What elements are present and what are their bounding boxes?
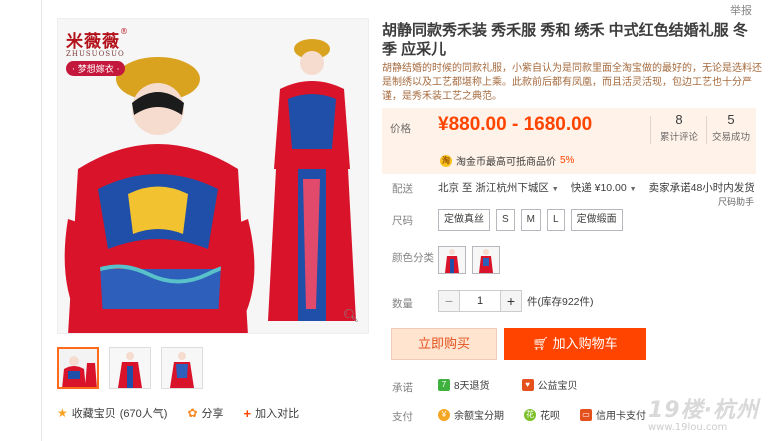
brand-tag: · 梦想嫁衣 · [66, 61, 126, 76]
price-value: ¥880.00 - 1680.00 [438, 114, 593, 135]
shipping-label: 配送 [392, 183, 413, 195]
price-label: 价格 [390, 123, 411, 135]
coupon-text: 淘金币最高可抵商品价 [456, 157, 556, 168]
payment-item[interactable]: ▭ 信用卡支付 [580, 407, 646, 422]
thumbnail[interactable] [57, 347, 99, 389]
quantity-stepper: − 1 + 件(库存922件) [438, 290, 594, 312]
charity-icon: ♥ [521, 378, 534, 391]
share-label: 分享 [201, 408, 224, 420]
watermark-text: 19楼·杭州 [648, 398, 759, 423]
report-link[interactable]: 举报 [730, 2, 752, 18]
payment-label: 支付 [392, 411, 413, 423]
chevron-down-icon: ▼ [551, 186, 559, 193]
size-option[interactable]: M [520, 209, 542, 231]
quantity-label: 数量 [392, 298, 413, 310]
reviews-count: 8 [675, 112, 683, 127]
thumbnail[interactable] [161, 347, 203, 389]
stat-divider [650, 116, 651, 144]
bottom-actions: ★ 收藏宝贝 (670人气) ✿ 分享 + 加入对比 [57, 405, 299, 421]
favorite-label: 收藏宝贝 [71, 408, 116, 420]
brand-reg-mark: ® [120, 27, 128, 36]
size-option[interactable]: L [547, 209, 565, 231]
credit-card-icon: ▭ [580, 408, 592, 421]
ship-to-word: 至 [461, 182, 473, 194]
brand-sub: ZHUSUOSUO [66, 50, 125, 58]
color-option[interactable] [438, 246, 466, 274]
quantity-input[interactable]: 1 [460, 290, 500, 312]
price-panel: 价格 ¥880.00 - 1680.00 8 累计评论 5 交易成功 淘 淘金币… [382, 108, 756, 174]
payment-item[interactable]: 花 花呗 [524, 407, 560, 422]
thumbnail-strip [57, 347, 203, 389]
thumbnail[interactable] [109, 347, 151, 389]
color-option[interactable] [472, 246, 500, 274]
ship-promise: 卖家承诺48小时内发货 [648, 182, 755, 194]
reviews-stat[interactable]: 8 累计评论 [654, 112, 704, 143]
sales-count: 5 [727, 112, 735, 127]
promise-item[interactable]: ♥ 公益宝贝 [521, 377, 578, 392]
huabei-icon: 花 [524, 408, 536, 421]
payment-list: ¥ 余额宝分期 花 花呗 ▭ 信用卡支付 [438, 407, 646, 422]
promise-text: 8天退货 [454, 381, 490, 392]
coupon-pct: 5% [560, 155, 575, 166]
size-label: 尺码 [392, 215, 413, 227]
compare-button[interactable]: + 加入对比 [244, 405, 300, 421]
add-cart-label: 加入购物车 [552, 336, 618, 351]
favorite-count: (670人气) [119, 408, 168, 420]
promise-text: 公益宝贝 [537, 381, 578, 392]
return-icon: 7 [438, 378, 450, 391]
reviews-label: 累计评论 [659, 132, 698, 143]
share-icon: ✿ [187, 406, 198, 420]
buy-now-button[interactable]: 立即购买 [391, 328, 497, 360]
brand-logo: 米薇薇® ZHUSUOSUO · 梦想嫁衣 · [66, 27, 146, 76]
size-option[interactable]: 定做真丝 [438, 209, 490, 231]
payment-text: 花呗 [540, 411, 560, 422]
sales-stat[interactable]: 5 交易成功 [706, 112, 756, 143]
ship-to: 浙江杭州下城区 [475, 182, 549, 194]
sales-label: 交易成功 [711, 132, 750, 143]
promise-label: 承诺 [392, 382, 413, 394]
yuebao-icon: ¥ [438, 408, 450, 421]
size-options: 定做真丝 S M L 定做缎面 [438, 209, 623, 231]
shipping-info: 北京 至 浙江杭州下城区 ▼ 快递 ¥10.00 ▼ 卖家承诺48小时内发货 [438, 180, 755, 195]
coin-icon: 淘 [440, 154, 452, 167]
star-icon: ★ [57, 406, 68, 420]
color-options [438, 246, 500, 274]
size-option[interactable]: 定做缎面 [570, 209, 623, 231]
ship-route[interactable]: 北京 至 浙江杭州下城区 ▼ [438, 180, 559, 195]
brand-name: 米薇薇 [66, 32, 120, 52]
compare-label: 加入对比 [255, 408, 300, 420]
quantity-increase-button[interactable]: + [500, 290, 522, 312]
express-price: 快递 ¥10.00 [570, 182, 627, 194]
left-border [41, 0, 42, 441]
stock-text: 件(库存922件) [527, 295, 594, 308]
zoom-icon[interactable]: 🔍︎ [342, 307, 360, 325]
chevron-down-icon: ▼ [629, 186, 637, 193]
quantity-decrease-button[interactable]: − [438, 290, 460, 312]
promise-item[interactable]: 7 8天退货 [438, 377, 490, 392]
share-button[interactable]: ✿ 分享 [187, 405, 223, 421]
ship-from: 北京 [438, 182, 459, 194]
size-helper-link[interactable]: 尺码助手 [718, 195, 754, 208]
product-title: 胡静同款秀禾装 秀禾服 秀和 绣禾 中式红色结婚礼服 冬季 应采儿 [382, 22, 748, 58]
add-to-cart-button[interactable]: 🛒︎ 加入购物车 [504, 328, 646, 360]
payment-text: 余额宝分期 [454, 411, 504, 422]
favorite-button[interactable]: ★ 收藏宝贝 (670人气) [57, 405, 167, 421]
promise-list: 7 8天退货 ♥ 公益宝贝 [438, 377, 578, 392]
coupon-info: 淘 淘金币最高可抵商品价 5% [440, 153, 574, 168]
size-option[interactable]: S [496, 209, 515, 231]
site-watermark: 19楼·杭州 www.19lou.com [648, 392, 759, 433]
cart-icon: 🛒︎ [532, 336, 549, 351]
payment-text: 信用卡支付 [596, 411, 646, 422]
product-description: 胡静结婚的时候的同款礼服，小紫自认为是同款里面全淘宝做的最好的，无论是选料还是制… [382, 63, 762, 102]
color-label: 颜色分类 [392, 252, 434, 264]
payment-item[interactable]: ¥ 余额宝分期 [438, 407, 504, 422]
main-product-image[interactable]: 米薇薇® ZHUSUOSUO · 梦想嫁衣 · 🔍︎ [57, 18, 369, 334]
ship-express[interactable]: 快递 ¥10.00 ▼ [571, 180, 637, 195]
plus-icon: + [243, 405, 252, 421]
